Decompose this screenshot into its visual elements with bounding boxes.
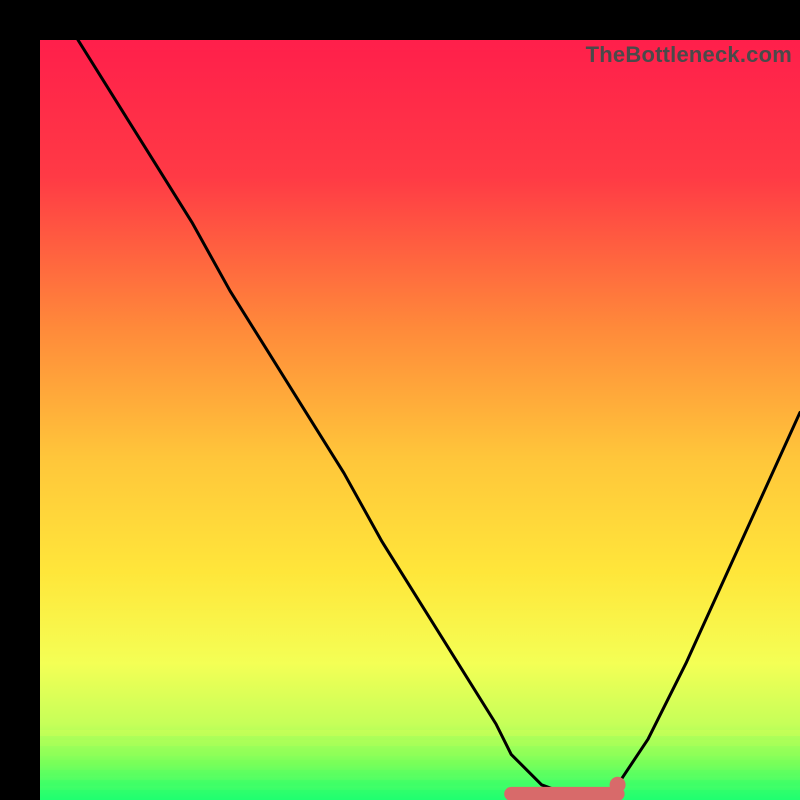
chart-frame: TheBottleneck.com [20, 20, 780, 780]
plot-area: TheBottleneck.com [40, 40, 800, 800]
watermark-text: TheBottleneck.com [586, 42, 792, 68]
bottleneck-curve [40, 40, 800, 800]
